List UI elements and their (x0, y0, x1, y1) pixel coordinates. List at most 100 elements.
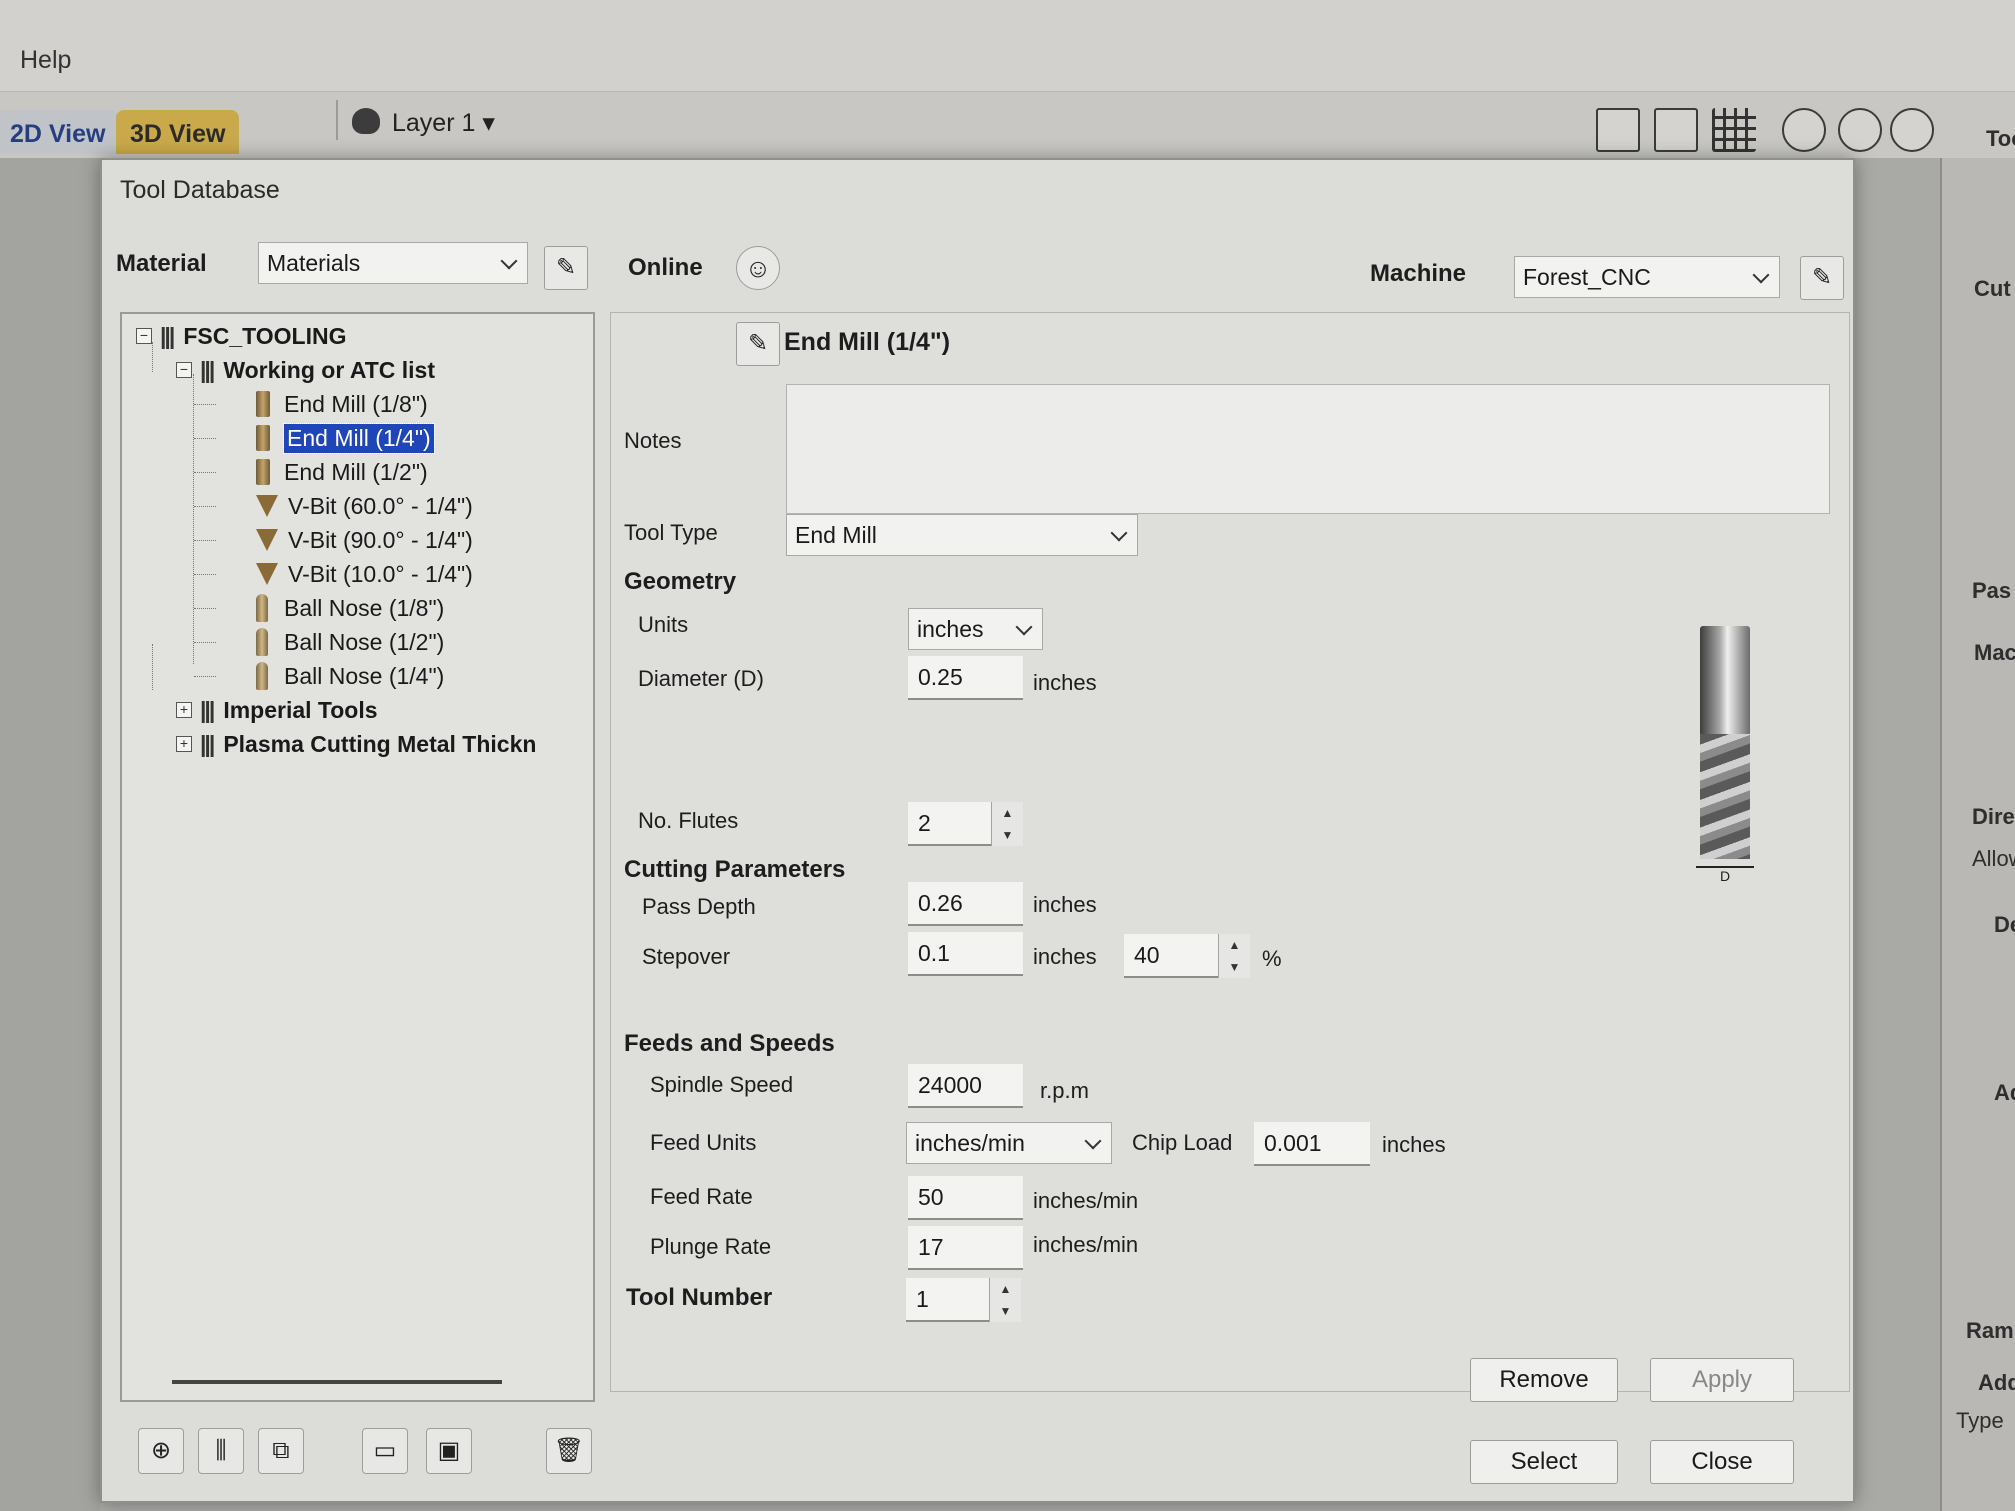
tree-group-label: Imperial Tools (223, 696, 378, 723)
diameter-input[interactable]: 0.25 (908, 656, 1023, 700)
apply-button[interactable]: Apply (1650, 1358, 1794, 1402)
edit-tool-name-icon[interactable]: ✎ (736, 322, 780, 366)
feed-rate-unit: inches/min (1033, 1188, 1139, 1213)
tab-3d-view[interactable]: 3D View (116, 110, 240, 154)
units-select[interactable]: inches (908, 608, 1043, 650)
move-icon[interactable] (1782, 108, 1826, 152)
stepover-unit: inches (1033, 944, 1097, 969)
tree-item-tool[interactable]: Ball Nose (1/2") (256, 626, 444, 658)
tree-item-tool[interactable]: V-Bit (60.0° - 1/4") (256, 490, 473, 522)
zoom-icon[interactable] (1838, 108, 1882, 152)
delete-icon[interactable]: 🗑 (546, 1428, 592, 1474)
material-select-value: Materials (267, 250, 361, 276)
tree-line (194, 438, 216, 439)
spindle-label: Spindle Speed (650, 1072, 794, 1097)
stepover-input[interactable]: 0.1 (908, 932, 1023, 976)
tree-group-label: Working or ATC list (223, 356, 435, 383)
spin-down-icon[interactable]: ▼ (1219, 956, 1250, 978)
add-tool-icon[interactable]: ⊕ (138, 1428, 184, 1474)
expand-icon[interactable]: + (176, 702, 192, 718)
spin-down-icon[interactable]: ▼ (992, 824, 1023, 846)
tree-item-tool[interactable]: End Mill (1/2") (256, 456, 428, 488)
zoom-extents-icon[interactable] (1596, 108, 1640, 152)
flutes-spin[interactable]: ▲ ▼ (991, 802, 1023, 846)
edit-material-icon[interactable]: ✎ (544, 246, 588, 290)
cutting-heading: Cutting Parameters (624, 856, 846, 883)
tool-group-icon: ||| (200, 696, 215, 723)
chevron-down-icon (1752, 266, 1770, 284)
close-button[interactable]: Close (1650, 1440, 1794, 1484)
rp-text-2: Pas (1972, 578, 2012, 603)
feed-units-select[interactable]: inches/min (906, 1122, 1112, 1164)
stepover-percent-stepper[interactable]: 40 ▲ ▼ (1124, 934, 1250, 978)
layout-icon[interactable] (1654, 108, 1698, 152)
flutes-stepper[interactable]: 2 ▲ ▼ (908, 802, 1023, 846)
tree-group-working[interactable]: − ||| Working or ATC list (176, 354, 435, 386)
end-mill-icon (256, 391, 270, 417)
spin-down-icon[interactable]: ▼ (990, 1300, 1021, 1322)
diameter-unit: inches (1033, 670, 1097, 695)
open-folder-icon[interactable]: ▭ (362, 1428, 408, 1474)
select-button[interactable]: Select (1470, 1440, 1618, 1484)
tool-type-select[interactable]: End Mill (786, 514, 1138, 556)
tool-type-value: End Mill (795, 522, 877, 548)
tree-line (194, 608, 216, 609)
tree-item-tool[interactable]: V-Bit (10.0° - 1/4") (256, 558, 473, 590)
spindle-input[interactable]: 24000 (908, 1064, 1023, 1108)
tool-number-label: Tool Number (626, 1284, 773, 1311)
tree-item-tool[interactable]: Ball Nose (1/8") (256, 592, 444, 624)
notes-label: Notes (624, 428, 682, 453)
rp-text-8: Ramp (1966, 1318, 2015, 1343)
tree-item-tool[interactable]: End Mill (1/8") (256, 388, 428, 420)
tool-number-stepper[interactable]: 1 ▲ ▼ (906, 1278, 1021, 1322)
rp-text-0: Too (1986, 126, 2015, 151)
add-group-icon[interactable]: ⫼ (198, 1428, 244, 1474)
stepover-spin[interactable]: ▲ ▼ (1218, 934, 1250, 978)
spin-up-icon[interactable]: ▲ (992, 802, 1023, 824)
ball-nose-icon (256, 594, 268, 622)
tool-number-value: 1 (916, 1286, 929, 1312)
pass-depth-unit: inches (1033, 892, 1097, 917)
remove-button[interactable]: Remove (1470, 1358, 1618, 1402)
rp-text-7: Ad (1994, 1080, 2015, 1105)
pass-depth-input[interactable]: 0.26 (908, 882, 1023, 926)
grid-icon[interactable] (1712, 108, 1756, 152)
stepover-label: Stepover (642, 944, 731, 969)
spin-up-icon[interactable]: ▲ (1219, 934, 1250, 956)
tree-group-imperial[interactable]: + ||| Imperial Tools (176, 694, 378, 726)
tab-2d-view[interactable]: 2D View (0, 110, 120, 154)
collapse-icon[interactable]: − (176, 362, 192, 378)
collapse-icon[interactable]: − (136, 328, 152, 344)
tree-line (194, 472, 216, 473)
user-account-icon[interactable]: ☺ (736, 246, 780, 290)
spin-up-icon[interactable]: ▲ (990, 1278, 1021, 1300)
tool-tree[interactable]: − ||| FSC_TOOLING − ||| Working or ATC l… (120, 312, 595, 1402)
tree-root[interactable]: − ||| FSC_TOOLING (136, 320, 346, 352)
tree-group-plasma[interactable]: + ||| Plasma Cutting Metal Thickn (176, 728, 536, 760)
tool-shank (1700, 626, 1750, 736)
chevron-down-icon (1015, 618, 1033, 636)
menu-help[interactable]: Help (20, 46, 71, 75)
tree-item-tool-selected[interactable]: End Mill (1/4") (256, 422, 435, 454)
tree-item-tool[interactable]: Ball Nose (1/4") (256, 660, 444, 692)
tree-line (194, 506, 216, 507)
tree-item-tool[interactable]: V-Bit (90.0° - 1/4") (256, 524, 473, 556)
diameter-label: Diameter (D) (638, 666, 764, 691)
chip-load-input[interactable]: 0.001 (1254, 1122, 1370, 1166)
machine-select[interactable]: Forest_CNC (1514, 256, 1780, 298)
tree-item-label: End Mill (1/2") (284, 458, 428, 485)
zoom-fit-icon[interactable] (1890, 108, 1934, 152)
end-mill-diagram: D (1696, 626, 1754, 884)
copy-tool-icon[interactable]: ⧉ (258, 1428, 304, 1474)
geometry-heading: Geometry (624, 568, 737, 595)
expand-icon[interactable]: + (176, 736, 192, 752)
horizontal-scrollbar[interactable] (172, 1380, 502, 1384)
edit-machine-icon[interactable]: ✎ (1800, 256, 1844, 300)
plunge-rate-input[interactable]: 17 (908, 1226, 1023, 1270)
material-select[interactable]: Materials (258, 242, 528, 284)
layer-selector[interactable]: Layer 1 ▾ (392, 108, 495, 138)
tool-number-spin[interactable]: ▲ ▼ (989, 1278, 1021, 1322)
notes-textarea[interactable] (786, 384, 1830, 514)
feed-rate-input[interactable]: 50 (908, 1176, 1023, 1220)
save-icon[interactable]: ▣ (426, 1428, 472, 1474)
